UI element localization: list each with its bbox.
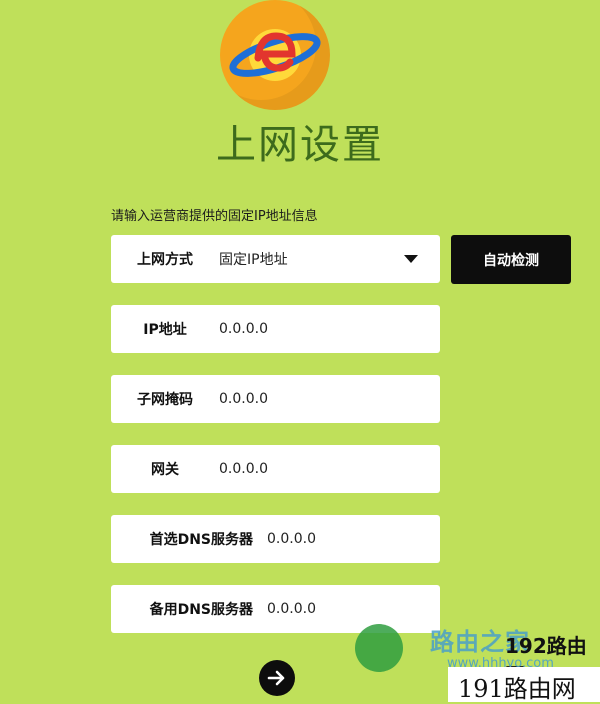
primary-dns-value[interactable]: 0.0.0.0: [267, 531, 316, 547]
subnet-mask-value[interactable]: 0.0.0.0: [219, 391, 268, 407]
ip-address-label: IP地址: [143, 322, 187, 338]
primary-dns-field[interactable]: 首选DNS服务器 0.0.0.0: [111, 515, 440, 563]
ip-address-field[interactable]: IP地址 0.0.0.0: [111, 305, 440, 353]
secondary-dns-field[interactable]: 备用DNS服务器 0.0.0.0: [111, 585, 440, 633]
subnet-mask-field[interactable]: 子网掩码 0.0.0.0: [111, 375, 440, 423]
connection-type-label: 上网方式: [137, 252, 193, 268]
auto-detect-button[interactable]: 自动检测: [451, 235, 571, 284]
secondary-dns-label: 备用DNS服务器: [149, 602, 253, 618]
dropdown-caret-icon[interactable]: [404, 255, 418, 263]
subnet-mask-label: 子网掩码: [137, 392, 193, 408]
gateway-field[interactable]: 网关 0.0.0.0: [111, 445, 440, 493]
gateway-value[interactable]: 0.0.0.0: [219, 461, 268, 477]
page-title: 上网设置: [216, 122, 384, 168]
primary-dns-label: 首选DNS服务器: [149, 532, 253, 548]
connection-type-select[interactable]: 上网方式 固定IP地址: [111, 235, 440, 283]
connection-type-value: 固定IP地址: [219, 252, 288, 268]
watermark-logo-icon: [355, 624, 403, 672]
secondary-dns-value[interactable]: 0.0.0.0: [267, 601, 316, 617]
ip-address-value[interactable]: 0.0.0.0: [219, 321, 268, 337]
arrow-right-icon: [267, 670, 285, 686]
gateway-label: 网关: [151, 462, 179, 478]
planet-e-icon: [229, 29, 321, 81]
instruction-text: 请输入运营商提供的固定IP地址信息: [111, 209, 318, 224]
watermark-text-3: 191路由网: [458, 675, 576, 703]
next-button[interactable]: [259, 660, 295, 696]
app-logo: [220, 0, 330, 110]
